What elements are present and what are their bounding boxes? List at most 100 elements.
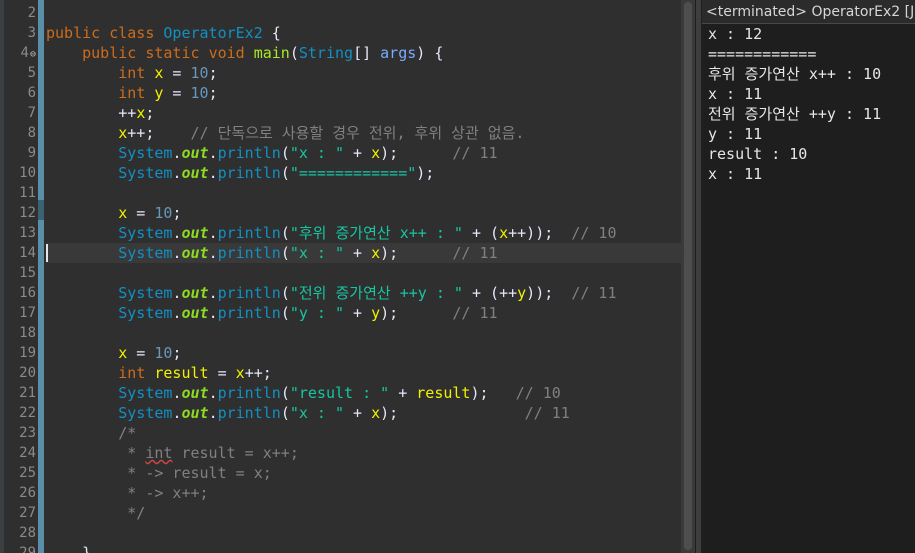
code-token: x [118,204,128,222]
console-line: 후위 증가연산 x++ : 10 [708,65,882,83]
code-token: . [208,384,218,402]
code-line[interactable]: * int result = x++; [46,443,681,463]
code-line[interactable]: System.out.println("x : " + x); // 11 [46,243,681,263]
code-token: ( [280,244,290,262]
code-line[interactable] [46,3,681,23]
code-token: + ( [462,224,500,242]
code-token: int [118,84,146,102]
code-line[interactable]: int x = 10; [46,63,681,83]
line-number: 21 [19,385,36,401]
code-token: ); [380,244,453,262]
code-token: ( [280,164,290,182]
code-token: . [208,284,218,302]
code-line[interactable] [46,323,681,343]
change-marker [38,200,44,220]
code-line[interactable]: ++x; [46,103,681,123]
code-token: out [181,304,209,322]
code-token: int [145,444,173,462]
code-line[interactable]: System.out.println("result : " + result)… [46,383,681,403]
code-token: + [344,304,372,322]
code-line[interactable]: int result = x++; [46,363,681,383]
change-ruler [38,0,44,553]
code-token: 10 [190,84,209,102]
code-token: x [371,144,381,162]
code-token: ( [280,224,290,242]
code-line[interactable]: System.out.println("y : " + y); // 11 [46,303,681,323]
code-line[interactable]: x = 10; [46,343,681,363]
console-line: x : 12 [708,25,763,43]
line-number: 23 [19,425,36,441]
code-line[interactable]: System.out.println("============"); [46,163,681,183]
code-token: System [118,164,173,182]
code-token: out [181,384,209,402]
line-number: 24 [19,445,36,461]
console-line: ============ [708,45,817,63]
code-token: println [217,284,281,302]
code-line[interactable] [46,523,681,543]
code-token: args [380,44,417,62]
code-line[interactable]: /* [46,423,681,443]
code-token: static [145,44,200,62]
code-token: // 11 [452,244,498,262]
line-number-gutter: 2 3 4⊖ 5 6 7 8 9 10 11 12 13 14 15 16 17 18 19 20 21 22 23 24 2… [4,0,36,553]
code-line[interactable]: x++; // 단독으로 사용할 경우 전위, 후위 상관 없음. [46,123,681,143]
panel-splitter[interactable] [695,0,702,553]
code-token: "x : " [289,244,345,262]
code-token: println [217,144,281,162]
code-line[interactable]: public static void main(String[] args) { [46,43,681,63]
code-token: ); [470,384,516,402]
line-number: 25 [19,465,36,481]
code-token: ( [280,384,290,402]
code-token: println [217,384,281,402]
change-marker [38,220,44,553]
code-line[interactable]: int y = 10; [46,83,681,103]
code-line[interactable]: public class OperatorEx2 { [46,23,681,43]
code-token: "후위 증가연산 x++ : " [289,224,463,242]
code-token: println [217,304,281,322]
code-token: = [163,64,191,82]
code-token: // 11 [452,304,498,322]
code-token: System [118,224,173,242]
code-line[interactable]: */ [46,503,681,523]
code-token: String [298,44,354,62]
code-token: 10 [154,204,173,222]
code-editor[interactable]: 2 3 4⊖ 5 6 7 8 9 10 11 12 13 14 15 16 17 18 19 20 21 22 23 24 2… [0,0,681,553]
code-token: . [208,244,218,262]
code-token: ( [289,44,299,62]
editor-vertical-scrollbar[interactable] [681,0,695,553]
code-token: = [127,204,155,222]
code-token: ); [380,144,453,162]
code-token: ++ [46,104,137,122]
change-marker [38,0,44,200]
code-line[interactable]: * -> result = x; [46,463,681,483]
code-line[interactable]: System.out.println("전위 증가연산 ++y : " + (+… [46,283,681,303]
console-output[interactable]: x : 12 ============ 후위 증가연산 x++ : 10 x : 11… [708,24,915,184]
code-line[interactable]: * -> x++; [46,483,681,503]
code-token: out [181,404,209,422]
code-token: "y : " [289,304,345,322]
scrollbar-thumb[interactable] [684,2,692,550]
code-line[interactable]: System.out.println("x : " + x); // 11 [46,143,681,163]
code-token: public [46,24,101,42]
code-line[interactable]: x = 10; [46,203,681,223]
code-line[interactable]: System.out.println("x : " + x); // 11 [46,403,681,423]
code-line[interactable]: } [46,543,681,553]
code-token: System [118,284,173,302]
code-token: * -> result = x; [127,464,272,482]
code-token: int [118,364,146,382]
code-line[interactable] [46,263,681,283]
console-line: 전위 증가연산 ++y : 11 [708,105,882,123]
line-number: 10 [19,165,36,181]
code-line[interactable]: System.out.println("후위 증가연산 x++ : " + (x… [46,223,681,243]
code-token: 10 [154,344,173,362]
fold-collapse-icon[interactable]: ⊖ [30,49,36,60]
code-area[interactable]: public class OperatorEx2 { public static… [46,0,681,553]
code-line[interactable] [46,183,681,203]
